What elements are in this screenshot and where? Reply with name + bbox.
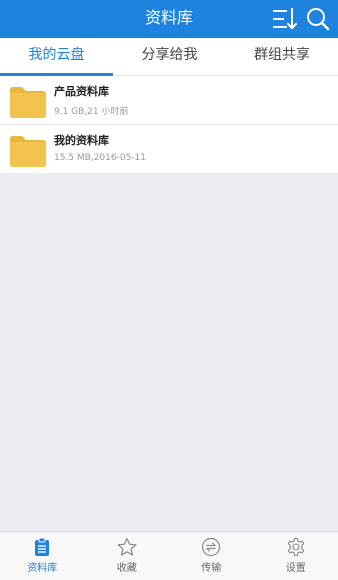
star-icon [117,537,137,557]
transfer-icon [201,537,221,557]
nav-settings[interactable]: 设置 [254,532,338,580]
app-header: 资料库 [0,0,338,38]
nav-favorites-label: 收藏 [85,559,170,574]
file-list: 产品资料库 9.1 GB,21 小时前 我的资料库 15.5 MB,2016-0… [0,76,338,173]
sort-button[interactable] [272,6,298,32]
nav-library-label: 资料库 [0,559,85,574]
gear-icon [286,537,306,557]
search-icon [305,6,331,32]
file-meta: 15.5 MB,2016-05-11 [54,153,146,163]
search-button[interactable] [305,6,331,32]
nav-transfer[interactable]: 传输 [169,532,254,580]
bottom-nav: 资料库 收藏 传输 设置 [0,531,338,580]
folder-icon [8,133,48,169]
nav-favorites[interactable]: 收藏 [85,532,170,580]
file-name: 产品资料库 [54,83,109,99]
nav-settings-label: 设置 [254,559,338,574]
folder-icon [8,84,48,120]
nav-library[interactable]: 资料库 [0,532,85,580]
tab-shared-with-me[interactable]: 分享给我 [113,38,226,75]
list-item[interactable]: 我的资料库 15.5 MB,2016-05-11 [0,125,338,173]
tab-my-cloud[interactable]: 我的云盘 [0,38,113,75]
clipboard-icon [32,537,52,557]
file-meta: 9.1 GB,21 小时前 [54,104,129,117]
sort-icon [272,6,298,32]
file-name: 我的资料库 [54,132,109,148]
nav-transfer-label: 传输 [169,559,254,574]
tab-group-share[interactable]: 群组共享 [226,38,338,75]
tab-bar: 我的云盘 分享给我 群组共享 [0,38,338,76]
list-item[interactable]: 产品资料库 9.1 GB,21 小时前 [0,76,338,125]
